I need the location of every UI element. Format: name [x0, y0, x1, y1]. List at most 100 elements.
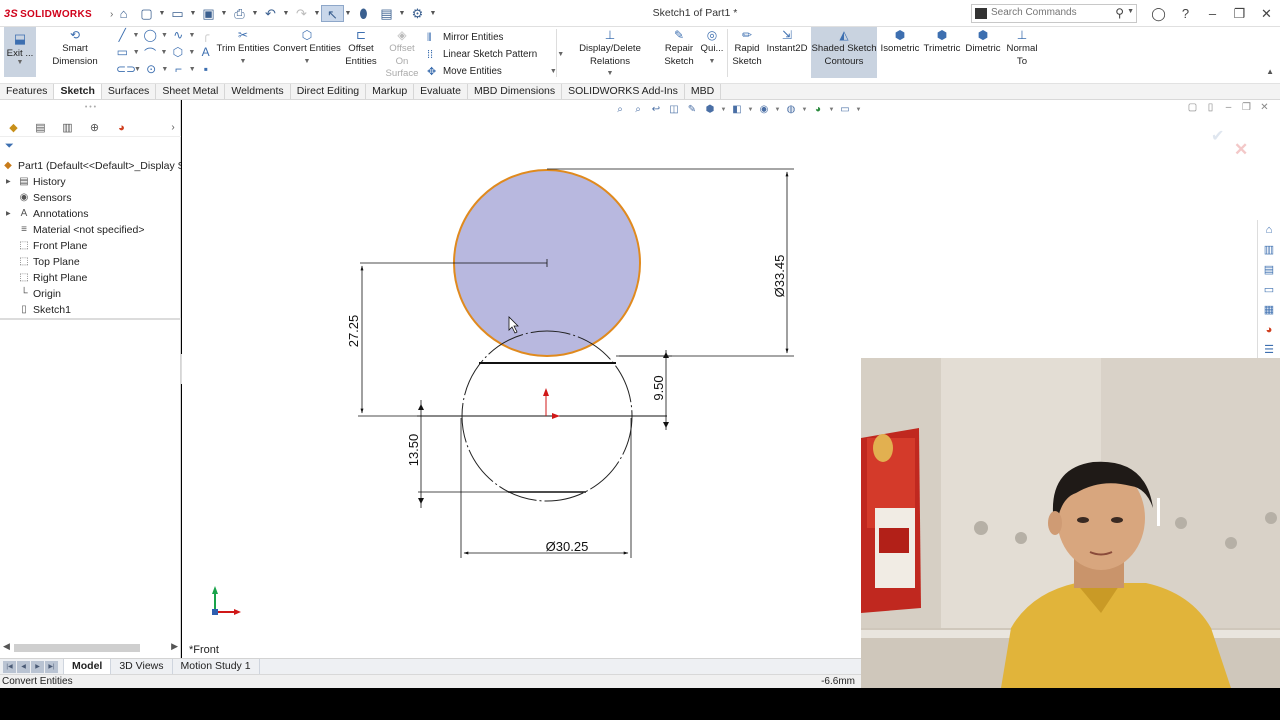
tab-sheet-metal[interactable]: Sheet Metal — [156, 84, 226, 99]
tree-item-material[interactable]: ≡ Material <not specified> — [0, 222, 181, 238]
panel-grip[interactable]: • • • — [0, 104, 181, 111]
chevron-down-icon[interactable]: ▼ — [133, 45, 140, 62]
polygon-icon[interactable]: ⬡ — [172, 45, 185, 62]
filter-icon[interactable]: ⏷ — [5, 140, 14, 153]
chevron-down-icon[interactable]: ▼ — [189, 62, 196, 79]
search-commands[interactable]: ⚲ ▼ — [971, 4, 1137, 23]
tab-solidworks-add-ins[interactable]: SOLIDWORKS Add-Ins — [562, 84, 685, 99]
scroll-right-icon[interactable]: ▶ — [171, 641, 178, 652]
tab-markup[interactable]: Markup — [366, 84, 415, 99]
design-library-icon[interactable]: ▤ — [1258, 260, 1280, 280]
tree-item-origin[interactable]: └ Origin — [0, 286, 181, 302]
search-icon[interactable]: ⚲ — [1115, 6, 1124, 20]
view-palette-icon[interactable]: ▦ — [1258, 300, 1280, 320]
close-icon[interactable]: ✕ — [1257, 102, 1272, 113]
restore-icon[interactable]: ❐ — [1226, 5, 1253, 22]
sketch-canvas[interactable]: Ø33.45 27.25 9.50 13.50 Ø30.25 — [182, 100, 862, 660]
exit-sketch-button[interactable]: ⬓ Exit ... ▼ — [4, 27, 36, 77]
text-icon[interactable]: A — [199, 45, 212, 62]
offset-entities-button[interactable]: ⊏ Offset Entities — [342, 27, 380, 68]
tab-model[interactable]: Model — [63, 659, 112, 674]
tab-mbd[interactable]: MBD — [685, 84, 722, 99]
home-icon[interactable]: ⌂ — [1258, 220, 1280, 240]
normal-to-button[interactable]: ⊥ Normal To — [1004, 27, 1040, 68]
custom-properties-icon[interactable]: ☰ — [1258, 340, 1280, 360]
rectangle-icon[interactable]: ▭ — [116, 45, 129, 62]
prev-tab-icon[interactable]: ◀ — [17, 660, 30, 673]
dimetric-button[interactable]: ⬢ Dimetric — [963, 27, 1003, 56]
file-explorer-icon[interactable]: ▭ — [1258, 280, 1280, 300]
move-entities-button[interactable]: ✥ Move Entities ▼ — [427, 63, 564, 80]
smart-dimension-button[interactable]: ⟲ Smart Dimension — [40, 27, 110, 68]
property-manager-icon[interactable]: ▤ — [27, 121, 54, 134]
chevron-down-icon[interactable]: ▼ — [215, 56, 271, 69]
first-tab-icon[interactable]: |◀ — [3, 660, 16, 673]
dim-top-diameter[interactable]: Ø33.45 — [772, 255, 787, 298]
chevron-down-icon[interactable]: ▼ — [1127, 8, 1134, 15]
offset-on-surface-button[interactable]: ◈ Offset On Surface — [382, 27, 422, 81]
chevron-down-icon[interactable]: ▼ — [161, 28, 168, 45]
chevron-down-icon[interactable]: ▼ — [134, 62, 141, 79]
dim-left-height[interactable]: 27.25 — [346, 315, 361, 348]
tree-item-top-plane[interactable]: ⬚ Top Plane — [0, 254, 181, 270]
chevron-down-icon[interactable]: ▼ — [188, 28, 196, 45]
minimize-icon[interactable]: – — [1199, 5, 1226, 22]
tree-item-front-plane[interactable]: ⬚ Front Plane — [0, 238, 181, 254]
next-tab-icon[interactable]: ▶ — [31, 660, 44, 673]
instant2d-button[interactable]: ⇲ Instant2D — [766, 27, 808, 56]
linear-sketch-pattern-button[interactable]: ⁞⁞ Linear Sketch Pattern ▼ — [427, 46, 564, 63]
rapid-sketch-button[interactable]: ✏ Rapid Sketch — [730, 27, 764, 68]
tab-3d-views[interactable]: 3D Views — [111, 659, 173, 674]
expand-arrow-icon[interactable]: ▶ — [6, 174, 11, 190]
restore-icon[interactable]: ❐ — [1239, 102, 1254, 113]
chevron-down-icon[interactable]: ▼ — [273, 56, 341, 69]
tab-sketch[interactable]: Sketch — [54, 84, 102, 99]
cancel-x-icon[interactable]: ✕ — [1234, 140, 1248, 160]
trimetric-button[interactable]: ⬢ Trimetric — [922, 27, 962, 56]
fillet-icon[interactable]: ╭ — [200, 28, 212, 45]
dimxpert-icon[interactable]: ⊕ — [81, 121, 108, 134]
display-delete-relations-button[interactable]: ⊥ Display/Delete Relations ▼ — [560, 27, 660, 81]
circle-icon[interactable]: ◯ — [144, 28, 157, 45]
configuration-manager-icon[interactable]: ▥ — [54, 121, 81, 134]
tree-item-sketch1[interactable]: ▯ Sketch1 — [0, 302, 181, 318]
ellipse-icon[interactable]: ⊙ — [145, 62, 157, 79]
chevron-down-icon[interactable]: ▼ — [188, 45, 195, 62]
dim-lower-height[interactable]: 13.50 — [406, 434, 421, 467]
tree-item-annotations[interactable]: ▶ A Annotations — [0, 206, 181, 222]
convert-entities-button[interactable]: ⬡ Convert Entities ▼ — [273, 27, 341, 68]
appearances-icon[interactable]: ◕ — [1258, 320, 1280, 340]
help-icon[interactable]: ? — [1172, 5, 1199, 22]
search-input[interactable] — [991, 7, 1111, 18]
chevron-down-icon[interactable]: ▼ — [160, 45, 168, 62]
chevron-right-icon[interactable]: › — [169, 122, 177, 133]
checkmark-icon[interactable]: ✔ — [1211, 126, 1224, 146]
user-icon[interactable]: ◯ — [1145, 5, 1172, 22]
repair-sketch-button[interactable]: ✎ Repair Sketch — [662, 27, 696, 68]
chevron-down-icon[interactable]: ▼ — [161, 62, 168, 79]
tree-item-history[interactable]: ▶ ▤ History — [0, 174, 181, 190]
tab-motion-study-1[interactable]: Motion Study 1 — [173, 659, 260, 674]
rollback-bar[interactable] — [0, 318, 181, 320]
last-tab-icon[interactable]: ▶| — [45, 660, 58, 673]
scroll-thumb[interactable] — [14, 644, 140, 652]
expand-arrow-icon[interactable]: ▶ — [6, 206, 11, 222]
plane-icon[interactable]: ⌐ — [172, 62, 184, 79]
resources-icon[interactable]: ▥ — [1258, 240, 1280, 260]
chevron-down-icon[interactable]: ▼ — [698, 56, 726, 69]
spline-icon[interactable]: ∿ — [172, 28, 184, 45]
tile-icon[interactable]: ▢ — [1185, 102, 1200, 113]
tab-direct-editing[interactable]: Direct Editing — [291, 84, 367, 99]
tab-weldments[interactable]: Weldments — [225, 84, 291, 99]
chevron-down-icon[interactable]: ▼ — [4, 59, 36, 66]
dim-gap[interactable]: 9.50 — [651, 375, 666, 400]
shaded-sketch-contours-button[interactable]: ◭ Shaded Sketch Contours — [811, 27, 877, 78]
tab-surfaces[interactable]: Surfaces — [102, 84, 157, 99]
tab-features[interactable]: Features — [0, 84, 55, 99]
page-icon[interactable]: ▯ — [1203, 102, 1218, 113]
arc-icon[interactable]: ⌒ — [144, 45, 157, 62]
collapse-ribbon-icon[interactable]: ▲ — [1266, 67, 1274, 76]
tab-evaluate[interactable]: Evaluate — [414, 84, 469, 99]
tree-item-sensors[interactable]: ◉ Sensors — [0, 190, 181, 206]
horizontal-scrollbar[interactable]: ◀ ▶ — [0, 641, 181, 655]
